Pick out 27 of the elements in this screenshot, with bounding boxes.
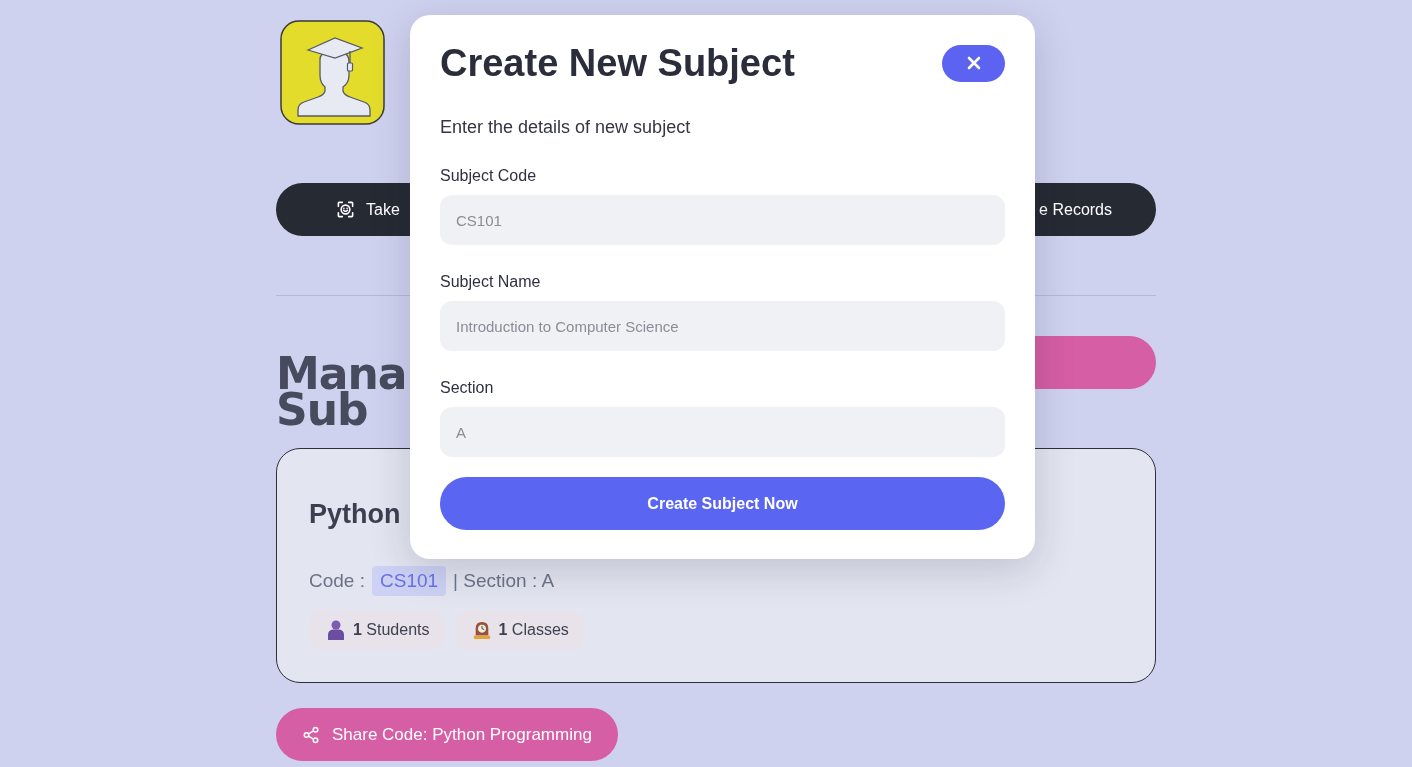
- nav-link[interactable]: Take: [336, 200, 400, 219]
- dialog-subtitle: Enter the details of new subject: [440, 116, 692, 139]
- submit-button[interactable]: Create Subject Now: [440, 477, 1005, 530]
- field-label: Section: [440, 378, 495, 398]
- subject-name: Python: [309, 498, 401, 531]
- nav-link[interactable]: e Records: [1039, 200, 1112, 219]
- clock-icon: [472, 620, 491, 640]
- input-field[interactable]: A: [440, 407, 1005, 457]
- page-heading: Mana Sub: [276, 356, 407, 428]
- share-button[interactable]: Share Code: Python Programming: [276, 708, 618, 761]
- stat-label: 1 Classes: [498, 621, 569, 639]
- share-icon: [302, 725, 320, 744]
- stat-label: 1 Students: [353, 621, 430, 639]
- face-scan-icon: [336, 200, 355, 219]
- dialog-title: Create New Subject: [440, 41, 795, 86]
- action-button[interactable]: [1035, 336, 1156, 389]
- input-field[interactable]: CS101: [440, 195, 1005, 245]
- close-icon: [966, 56, 981, 70]
- field-label: Subject Code: [440, 166, 538, 186]
- section-text: | Section : A: [453, 570, 555, 592]
- person-icon: [327, 620, 345, 640]
- graduate-icon: [280, 20, 385, 125]
- close-button[interactable]: [942, 44, 1005, 82]
- code-label: Code :: [309, 570, 365, 592]
- code-tag: CS101: [372, 566, 447, 596]
- field-label: Subject Name: [440, 272, 542, 292]
- input-field[interactable]: Introduction to Computer Science: [440, 301, 1005, 351]
